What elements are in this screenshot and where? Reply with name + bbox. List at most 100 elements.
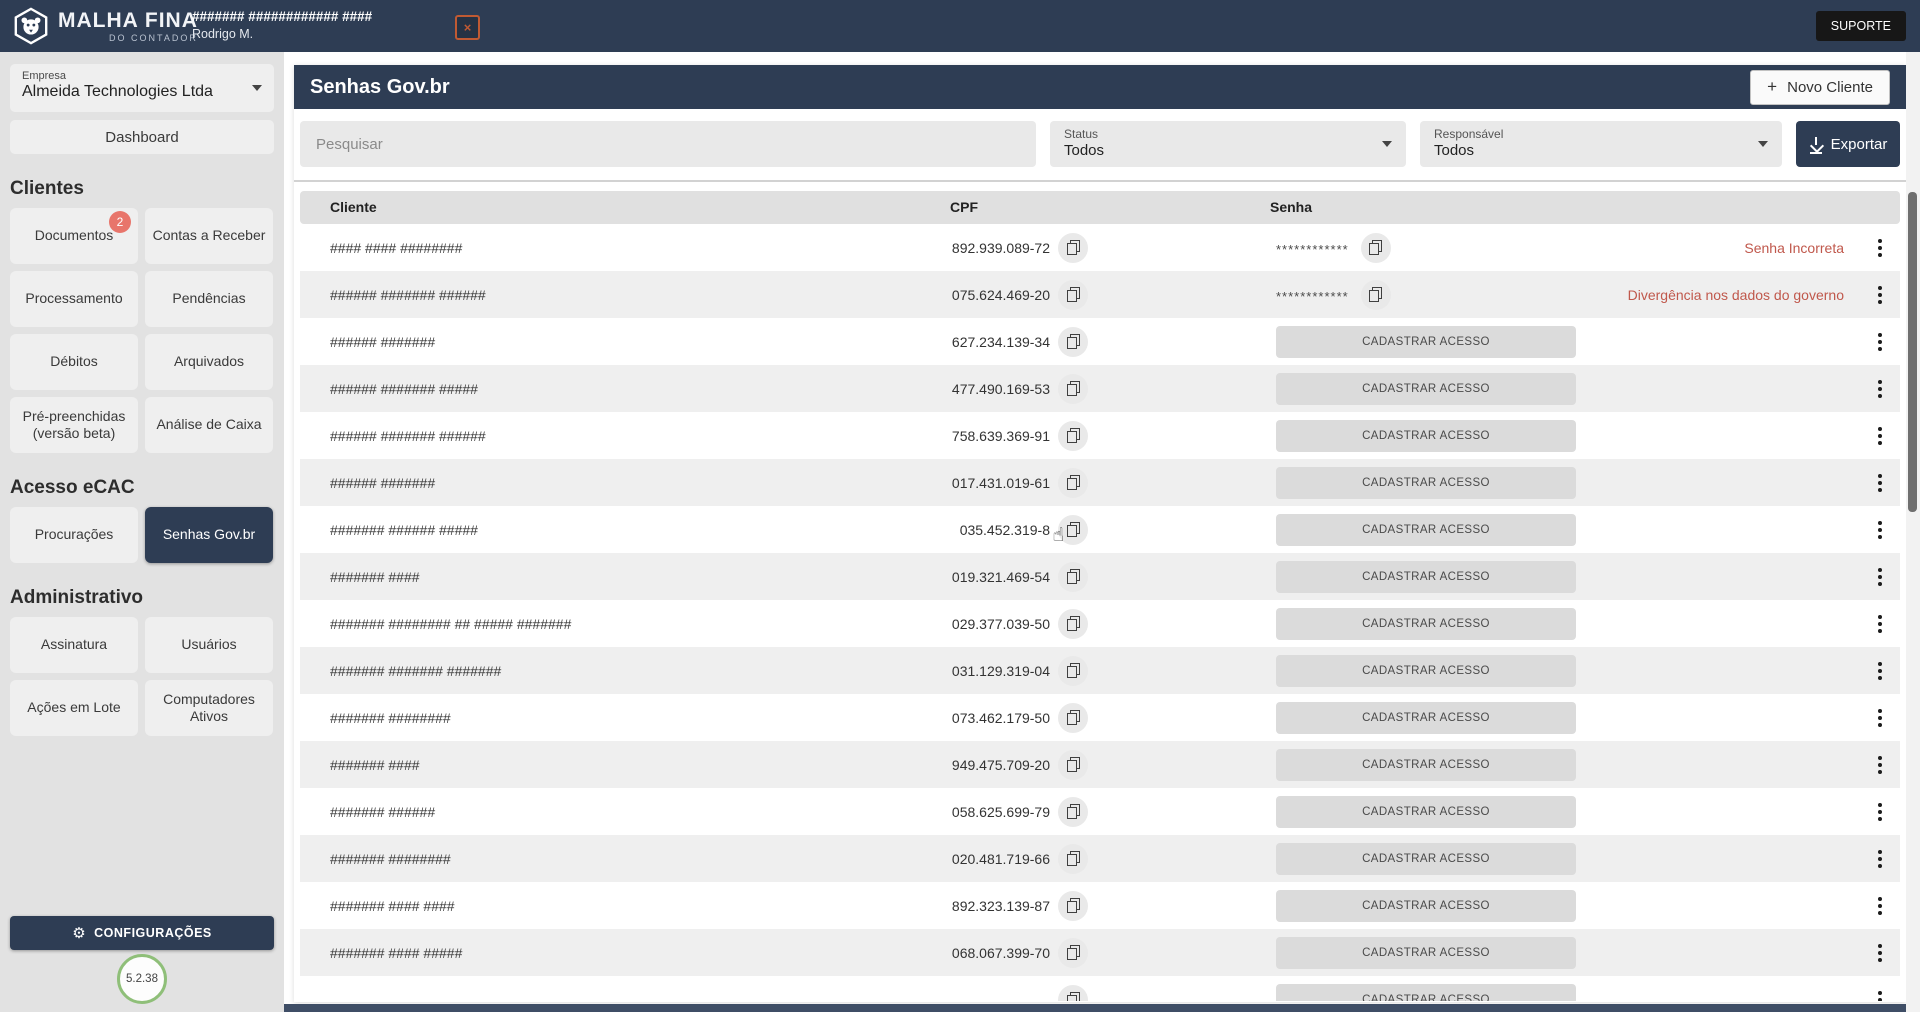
search-input[interactable] [300, 136, 1036, 153]
sidebar-item-acoes-em-lote[interactable]: Ações em Lote [10, 680, 138, 736]
vertical-scrollbar-thumb[interactable] [1908, 192, 1917, 512]
client-name: ####### ######## ## ##### ####### [300, 616, 920, 632]
copy-cpf-button[interactable] [1058, 327, 1088, 357]
row-menu-button[interactable] [1874, 752, 1886, 778]
sidebar-section-title: Administrativo [10, 587, 274, 609]
copy-cpf-button[interactable] [1058, 421, 1088, 451]
sidebar-item-contas-a-receber[interactable]: Contas a Receber [145, 208, 273, 264]
client-name: ####### #### #### [300, 898, 920, 914]
cadastrar-acesso-button[interactable]: CADASTRAR ACESSO [1276, 702, 1576, 734]
client-name: ####### ######## [300, 851, 920, 867]
export-button[interactable]: Exportar [1796, 121, 1900, 167]
cadastrar-acesso-button[interactable]: CADASTRAR ACESSO [1276, 420, 1576, 452]
sidebar-item-analise-de-caixa[interactable]: Análise de Caixa [145, 397, 273, 453]
sidebar-item-usuarios[interactable]: Usuários [145, 617, 273, 673]
copy-cpf-button[interactable] [1058, 609, 1088, 639]
copy-cpf-button[interactable] [1058, 985, 1088, 1002]
sidebar-item-pre-preenchidas-versao-beta[interactable]: Pré-preenchidas (versão beta) [10, 397, 138, 453]
client-name: ###### ####### [300, 475, 920, 491]
company-select[interactable]: Empresa Almeida Technologies Ltda [10, 64, 274, 112]
sidebar-item-procuracoes[interactable]: Procurações [10, 507, 138, 563]
copy-password-button[interactable] [1361, 233, 1391, 263]
cadastrar-acesso-button[interactable]: CADASTRAR ACESSO [1276, 984, 1576, 1002]
row-menu-button[interactable] [1874, 564, 1886, 590]
status-filter-select[interactable]: Status Todos [1050, 121, 1406, 167]
senha-cell: CADASTRAR ACESSO [1276, 514, 1576, 546]
cadastrar-acesso-button[interactable]: CADASTRAR ACESSO [1276, 749, 1576, 781]
copy-cpf-button[interactable] [1058, 562, 1088, 592]
support-button[interactable]: SUPORTE [1816, 11, 1906, 41]
row-menu-button[interactable] [1874, 611, 1886, 637]
copy-cpf-button[interactable] [1058, 844, 1088, 874]
copy-cpf-button[interactable] [1058, 374, 1088, 404]
new-client-button[interactable]: + Novo Cliente [1750, 70, 1890, 105]
copy-cpf-button[interactable] [1058, 703, 1088, 733]
app-logo: MALHA FINA DO CONTADOR [12, 7, 198, 45]
cadastrar-acesso-button[interactable]: CADASTRAR ACESSO [1276, 937, 1576, 969]
horizontal-scrollbar[interactable] [284, 1004, 1906, 1012]
download-icon [1809, 137, 1823, 151]
table-row: ####### #### 949.475.709-20 CADASTRAR AC… [300, 741, 1900, 788]
sidebar-item-processamento[interactable]: Processamento [10, 271, 138, 327]
responsavel-filter-select[interactable]: Responsável Todos [1420, 121, 1782, 167]
copy-cpf-button[interactable] [1058, 750, 1088, 780]
copy-cpf-button[interactable] [1058, 233, 1088, 263]
copy-cpf-button[interactable] [1058, 468, 1088, 498]
cadastrar-acesso-button[interactable]: CADASTRAR ACESSO [1276, 843, 1576, 875]
sidebar-item-documentos[interactable]: Documentos2 [10, 208, 138, 264]
row-menu-button[interactable] [1874, 423, 1886, 449]
copy-icon [1067, 851, 1080, 866]
sidebar-item-senhas-gov-br[interactable]: Senhas Gov.br [145, 507, 273, 563]
senha-cell: CADASTRAR ACESSO [1276, 937, 1576, 969]
settings-label: CONFIGURAÇÕES [94, 926, 212, 940]
copy-cpf-button[interactable] [1058, 938, 1088, 968]
row-menu-button[interactable] [1874, 987, 1886, 1002]
sidebar-item-debitos[interactable]: Débitos [10, 334, 138, 390]
copy-icon [1067, 381, 1080, 396]
copy-cpf-button[interactable] [1058, 797, 1088, 827]
copy-icon [1067, 945, 1080, 960]
row-menu-button[interactable] [1874, 799, 1886, 825]
settings-button[interactable]: ⚙ CONFIGURAÇÕES [10, 916, 274, 950]
table-row: ####### #### 019.321.469-54 CADASTRAR AC… [300, 553, 1900, 600]
row-menu-button[interactable] [1874, 329, 1886, 355]
column-header-cliente: Cliente [330, 191, 377, 224]
copy-cpf-button[interactable] [1058, 280, 1088, 310]
client-name: ####### #### [300, 569, 920, 585]
copy-cpf-button[interactable] [1058, 891, 1088, 921]
row-menu-button[interactable] [1874, 282, 1886, 308]
cadastrar-acesso-button[interactable]: CADASTRAR ACESSO [1276, 326, 1576, 358]
new-client-label: Novo Cliente [1787, 79, 1873, 96]
copy-icon [1067, 287, 1080, 302]
cadastrar-acesso-button[interactable]: CADASTRAR ACESSO [1276, 608, 1576, 640]
row-menu-button[interactable] [1874, 940, 1886, 966]
row-menu-button[interactable] [1874, 235, 1886, 261]
copy-password-button[interactable] [1361, 280, 1391, 310]
cadastrar-acesso-button[interactable]: CADASTRAR ACESSO [1276, 796, 1576, 828]
cadastrar-acesso-button[interactable]: CADASTRAR ACESSO [1276, 467, 1576, 499]
cpf-value: 949.475.709-20 [920, 757, 1050, 773]
row-menu-button[interactable] [1874, 470, 1886, 496]
copy-cpf-button[interactable] [1058, 656, 1088, 686]
row-menu-button[interactable] [1874, 658, 1886, 684]
cadastrar-acesso-button[interactable]: CADASTRAR ACESSO [1276, 514, 1576, 546]
vertical-scrollbar-track[interactable] [1906, 52, 1920, 1012]
sidebar-item-dashboard[interactable]: Dashboard [10, 120, 274, 154]
cadastrar-acesso-button[interactable]: CADASTRAR ACESSO [1276, 655, 1576, 687]
client-name: ###### ####### ##### [300, 381, 920, 397]
sidebar-item-arquivados[interactable]: Arquivados [145, 334, 273, 390]
cadastrar-acesso-button[interactable]: CADASTRAR ACESSO [1276, 373, 1576, 405]
copy-icon [1369, 287, 1382, 302]
row-menu-button[interactable] [1874, 376, 1886, 402]
cadastrar-acesso-button[interactable]: CADASTRAR ACESSO [1276, 561, 1576, 593]
cadastrar-acesso-button[interactable]: CADASTRAR ACESSO [1276, 890, 1576, 922]
row-menu-button[interactable] [1874, 517, 1886, 543]
sidebar-item-assinatura[interactable]: Assinatura [10, 617, 138, 673]
row-menu-button[interactable] [1874, 893, 1886, 919]
sidebar-item-computadores-ativos[interactable]: Computadores Ativos [145, 680, 273, 736]
row-menu-button[interactable] [1874, 846, 1886, 872]
row-menu-button[interactable] [1874, 705, 1886, 731]
close-session-icon[interactable]: × [455, 15, 480, 40]
gear-icon: ⚙ [72, 924, 86, 942]
sidebar-item-pendencias[interactable]: Pendências [145, 271, 273, 327]
